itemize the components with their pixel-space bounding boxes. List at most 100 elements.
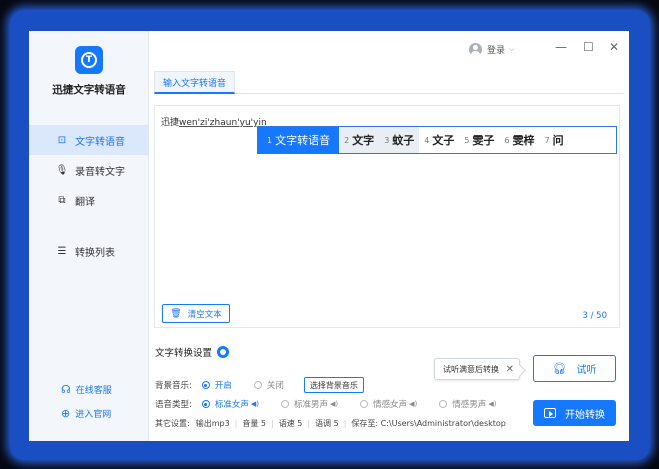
candidate-text: 雯梓 <box>512 134 535 147</box>
ime-candidate-5[interactable]: 5 雯子 <box>459 127 499 153</box>
sidebar-item-record-to-text[interactable]: 🎙︎ 录音转文字 <box>29 155 149 185</box>
app-title: 迅捷文字转语音 <box>52 84 126 96</box>
save-path[interactable]: 保存至: C:\Users\Administrator\desktop <box>351 418 505 429</box>
settings-title: 文字转换设置 <box>155 345 230 359</box>
typed-pinyin: wen'zi'zhaun'yu'yin <box>179 118 267 128</box>
text-editor[interactable]: 迅捷wen'zi'zhaun'yu'yin 1 文字转语音 2 文字 3 蚊子 4 文子… <box>154 105 620 328</box>
bgm-off-radio[interactable]: 关闭 <box>253 379 284 391</box>
other-settings-row: 其它设置: 输出mp3 | 音量 5 | 语速 5 | 语调 5 | 保存至: C:\U… <box>155 418 506 429</box>
start-convert-button[interactable]: 开始转换 <box>533 400 616 426</box>
ime-candidate-6[interactable]: 6 雯梓 <box>499 127 539 153</box>
bgm-on-label: 开启 <box>214 381 232 391</box>
ime-candidate-7[interactable]: 7问 <box>540 127 569 153</box>
radio-icon <box>439 400 448 408</box>
close-icon[interactable]: ✕ <box>609 41 619 53</box>
listen-label: 试听 <box>576 365 597 376</box>
ime-candidate-4[interactable]: 4 文子 <box>419 127 459 153</box>
listen-tooltip: 试听满意后转换 ✕ <box>434 358 520 380</box>
candidate-number: 2 <box>344 135 350 145</box>
tooltip-text: 试听满意后转换 <box>443 364 499 374</box>
ime-candidate-bar: 1 文字转语音 2 文字 3 蚊子 4 文子 5 雯子 6 雯梓 7问 <box>257 126 617 154</box>
ime-candidate-2[interactable]: 2 文字 <box>339 127 380 153</box>
microphone-icon: 🎙︎ <box>55 164 69 176</box>
ime-candidate-1[interactable]: 1 文字转语音 <box>258 127 340 153</box>
radio-icon <box>360 400 369 408</box>
sidebar: T 迅捷文字转语音 ⊡ 文字转语音 🎙︎ 录音转文字 ⧉ 翻译 ☰ 转换列表 ☊… <box>29 31 149 441</box>
output-format[interactable]: 输出mp3 <box>196 418 230 429</box>
tab-input-text[interactable]: 输入文字转语音 <box>154 71 236 94</box>
voice-emotional-male-radio[interactable]: 情感男声 ◀) <box>439 398 496 410</box>
candidate-text: 文字 <box>352 134 375 147</box>
sidebar-item-translate[interactable]: ⧉ 翻译 <box>29 185 149 215</box>
radio-icon <box>253 381 262 389</box>
voice-label: 情感女声 <box>373 400 408 410</box>
radio-icon <box>281 400 290 408</box>
choose-bgm-button[interactable]: 选择背景音乐 <box>303 377 364 393</box>
official-site-label: 进入官网 <box>75 410 112 420</box>
text-icon: ⊡ <box>57 134 67 146</box>
official-site-link[interactable]: ⊕ 进入官网 <box>61 407 111 420</box>
close-icon[interactable]: ✕ <box>506 364 514 375</box>
clear-text-label: 清空文本 <box>187 309 222 320</box>
bgm-label: 背景音乐: <box>155 381 192 391</box>
voice-label: 标准女声 <box>214 400 249 410</box>
clear-text-button[interactable]: 🗑︎ 清空文本 <box>162 304 230 323</box>
other-settings-label: 其它设置: <box>155 419 190 428</box>
sidebar-item-text-to-speech[interactable]: ⊡ 文字转语音 <box>29 125 149 155</box>
app-window: T 迅捷文字转语音 ⊡ 文字转语音 🎙︎ 录音转文字 ⧉ 翻译 ☰ 转换列表 ☊… <box>29 31 629 441</box>
candidate-number: 4 <box>424 135 430 145</box>
radio-selected-icon <box>201 381 210 389</box>
logo-icon: T <box>81 52 97 68</box>
user-avatar-icon <box>469 43 482 56</box>
minimize-icon[interactable]: — <box>555 41 567 53</box>
typed-text: 迅捷wen'zi'zhaun'yu'yin <box>161 115 267 128</box>
listen-button[interactable]: 🎧︎ 试听 <box>533 355 616 382</box>
online-support-link[interactable]: ☊ 在线客服 <box>61 383 112 396</box>
candidate-number: 3 <box>384 135 390 145</box>
headphones-icon: 🎧︎ <box>552 362 567 375</box>
voice-row: 语音类型: 标准女声 ◀) 标准男声 ◀) 情感女声 ◀) 情感男声 ◀) <box>155 398 496 410</box>
sidebar-item-conversion-list[interactable]: ☰ 转换列表 <box>29 236 149 266</box>
voice-label: 标准男声 <box>294 400 329 410</box>
voice-standard-female-radio[interactable]: 标准女声 ◀) <box>201 398 260 410</box>
candidate-text: 问 <box>552 134 564 147</box>
maximize-icon[interactable]: ☐ <box>583 41 594 53</box>
candidate-number: 7 <box>544 135 550 145</box>
typed-prefix: 迅捷 <box>161 118 180 128</box>
voice-emotional-female-radio[interactable]: 情感女声 ◀) <box>360 398 417 410</box>
radio-selected-icon <box>201 400 210 408</box>
speaker-icon: ◀) <box>330 400 339 408</box>
volume-setting[interactable]: 音量 5 <box>242 418 266 429</box>
settings-title-label: 文字转换设置 <box>155 348 213 359</box>
candidate-text: 雯子 <box>472 134 495 147</box>
ime-candidate-3[interactable]: 3 蚊子 <box>379 127 420 153</box>
candidate-number: 6 <box>504 135 510 145</box>
login-label: 登录 <box>487 46 506 56</box>
sidebar-item-label: 转换列表 <box>75 247 115 259</box>
char-count: 3 / 50 <box>582 311 608 321</box>
start-convert-label: 开始转换 <box>565 409 605 421</box>
bgm-on-radio[interactable]: 开启 <box>201 379 232 391</box>
play-icon <box>544 408 556 418</box>
candidate-text: 蚊子 <box>392 134 415 147</box>
voice-standard-male-radio[interactable]: 标准男声 ◀) <box>281 398 338 410</box>
candidate-text: 文字转语音 <box>275 134 331 147</box>
voice-label: 情感男声 <box>452 400 487 410</box>
list-icon: ☰ <box>57 245 67 257</box>
speaker-icon: ◀) <box>488 400 497 408</box>
speaker-icon: ◀) <box>250 400 260 408</box>
speed-setting[interactable]: 语速 5 <box>279 418 303 429</box>
voice-label: 语音类型: <box>155 400 192 410</box>
sidebar-item-label: 文字转语音 <box>75 136 125 148</box>
speaker-icon: ◀) <box>409 400 418 408</box>
tab-bar: 输入文字转语音 <box>154 71 624 94</box>
main-panel: 登录 ⌵ — ☐ ✕ 输入文字转语音 迅捷wen'zi'zhaun'yu'yin… <box>150 31 629 441</box>
sidebar-item-label: 录音转文字 <box>75 166 125 178</box>
gear-icon[interactable] <box>217 346 230 358</box>
candidate-number: 5 <box>464 135 470 145</box>
bgm-row: 背景音乐: 开启 关闭 选择背景音乐 <box>155 377 364 393</box>
login-button[interactable]: 登录 ⌵ <box>469 43 514 56</box>
candidate-text: 文子 <box>432 134 455 147</box>
tone-setting[interactable]: 语调 5 <box>315 418 339 429</box>
translate-icon: ⧉ <box>58 194 66 206</box>
